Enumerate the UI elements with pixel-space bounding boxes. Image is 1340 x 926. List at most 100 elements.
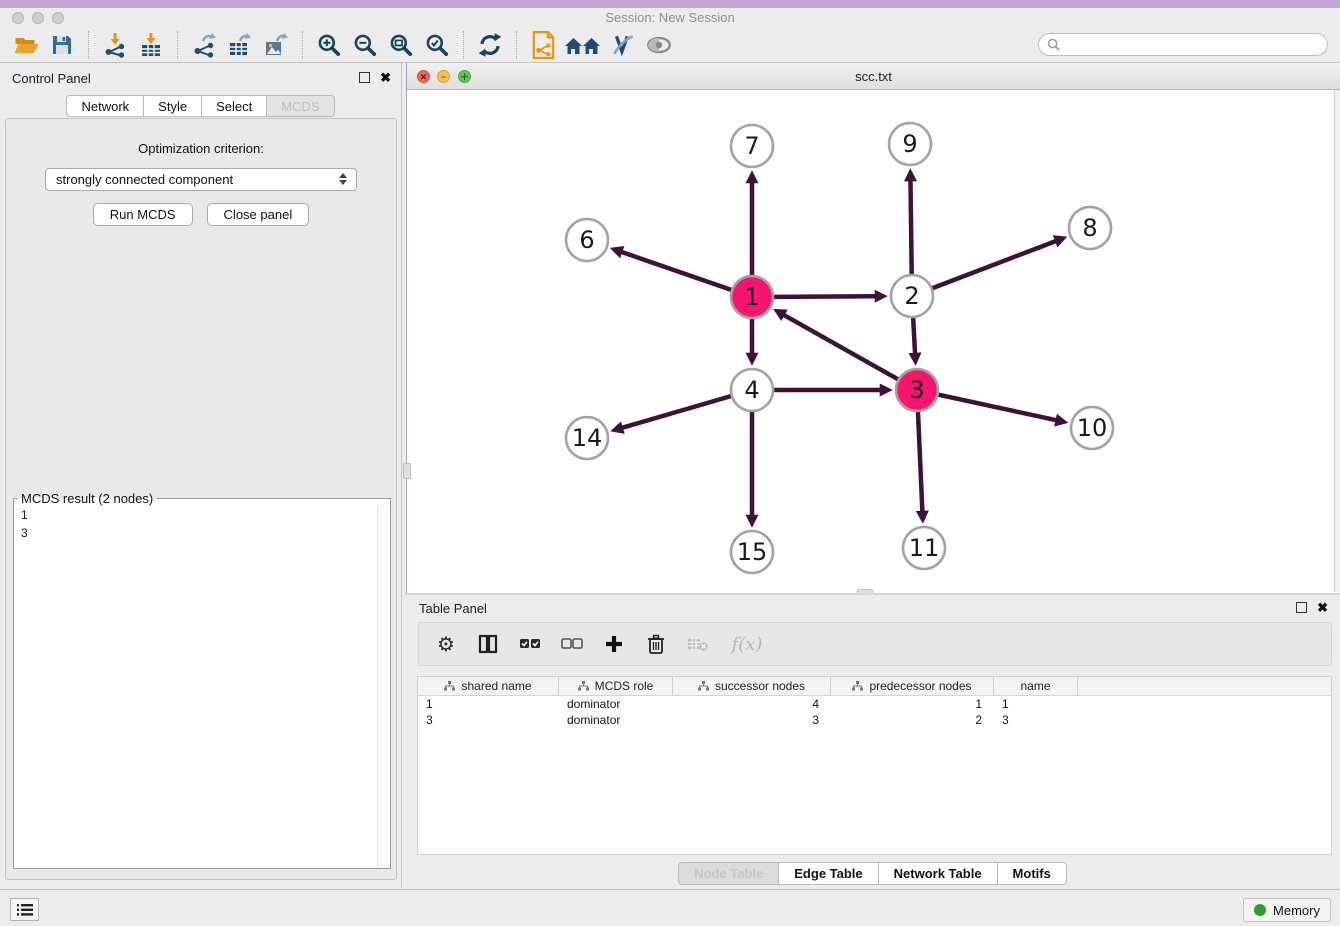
criterion-select[interactable]: strongly connected component xyxy=(45,168,357,191)
edge-4-14[interactable] xyxy=(622,396,731,428)
eye-icon xyxy=(645,32,673,58)
table-cell[interactable]: 1 xyxy=(831,696,994,712)
node-label-9: 9 xyxy=(902,130,917,158)
main-toolbar xyxy=(0,27,1340,63)
task-history-button[interactable] xyxy=(10,898,39,921)
table-cell[interactable]: 1 xyxy=(418,696,559,712)
tab-network[interactable]: Network xyxy=(66,95,144,117)
select-all-icon xyxy=(519,637,541,651)
control-panel-tabs: Network Style Select MCDS xyxy=(0,95,401,117)
add-row-button[interactable] xyxy=(601,631,627,657)
network-file-button[interactable] xyxy=(525,29,561,61)
titlebar: Session: New Session xyxy=(0,8,1340,27)
export-table-button[interactable] xyxy=(222,29,258,61)
table-row[interactable]: 3dominator323 xyxy=(418,712,1331,728)
unselect-all-button[interactable] xyxy=(559,631,585,657)
delete-row-button[interactable] xyxy=(643,631,669,657)
mcds-result-list[interactable]: 13 xyxy=(14,506,390,868)
optimization-criterion-label: Optimization criterion: xyxy=(6,141,396,156)
node-label-10: 10 xyxy=(1077,414,1108,442)
column-header-name[interactable]: name xyxy=(994,677,1078,695)
edge-3-11[interactable] xyxy=(918,412,922,512)
control-panel-header: Control Panel ✖ xyxy=(0,63,401,93)
network-file-icon xyxy=(531,31,556,59)
first-neighbors-button[interactable] xyxy=(561,29,605,61)
zoom-fit-button[interactable] xyxy=(383,29,419,61)
edge-1-2[interactable] xyxy=(774,296,876,297)
zoom-in-button[interactable] xyxy=(311,29,347,61)
search-box[interactable] xyxy=(1038,33,1328,56)
edge-3-10[interactable] xyxy=(938,395,1056,421)
run-mcds-button[interactable]: Run MCDS xyxy=(93,203,193,226)
float-table-panel-icon[interactable] xyxy=(1296,602,1307,613)
tab-mcds[interactable]: MCDS xyxy=(267,95,334,117)
show-details-button[interactable] xyxy=(641,29,677,61)
node-label-4: 4 xyxy=(744,376,759,404)
tab-select[interactable]: Select xyxy=(202,95,267,117)
edge-2-3[interactable] xyxy=(913,318,915,354)
mcds-result-title: MCDS result (2 nodes) xyxy=(18,491,156,506)
edge-3-1[interactable] xyxy=(783,315,897,380)
close-panel-icon[interactable]: ✖ xyxy=(380,70,391,86)
column-header-successor-nodes[interactable]: successor nodes xyxy=(673,677,831,695)
show-columns-button[interactable] xyxy=(475,631,501,657)
columns-icon xyxy=(478,634,498,654)
tab-style[interactable]: Style xyxy=(144,95,202,117)
table-cell[interactable]: 2 xyxy=(831,712,994,728)
tab-network-table[interactable]: Network Table xyxy=(879,862,998,885)
tab-edge-table[interactable]: Edge Table xyxy=(779,862,878,885)
save-session-button[interactable] xyxy=(44,29,80,61)
memory-button[interactable]: Memory xyxy=(1243,898,1331,922)
search-input[interactable] xyxy=(1060,38,1327,52)
network-graph[interactable]: 7968124314101511 xyxy=(407,90,1340,592)
tab-node-table[interactable]: Node Table xyxy=(678,862,779,885)
refresh-layout-button[interactable] xyxy=(472,29,508,61)
table-settings-button[interactable]: ⚙ xyxy=(433,631,459,657)
table-row[interactable]: 1dominator411 xyxy=(418,696,1331,712)
import-network-button[interactable] xyxy=(97,29,133,61)
network-scrollbar[interactable] xyxy=(1334,90,1340,592)
column-header-MCDS-role[interactable]: MCDS role xyxy=(559,677,673,695)
node-label-7: 7 xyxy=(744,132,759,160)
application-window: Session: New Session xyxy=(0,0,1340,926)
select-all-button[interactable] xyxy=(517,631,543,657)
table-cell[interactable]: dominator xyxy=(559,696,673,712)
control-panel: Control Panel ✖ Network Style Select MCD… xyxy=(0,63,402,888)
vertical-split-grip[interactable] xyxy=(403,463,411,479)
open-session-button[interactable] xyxy=(8,29,44,61)
hide-details-button[interactable] xyxy=(605,29,641,61)
table-panel-header: Table Panel ✖ xyxy=(405,595,1340,620)
edge-2-8[interactable] xyxy=(933,241,1057,288)
table-cell[interactable]: 3 xyxy=(994,712,1078,728)
table-cell[interactable]: 3 xyxy=(418,712,559,728)
close-panel-button[interactable]: Close panel xyxy=(207,203,310,226)
mcds-result-item: 3 xyxy=(14,524,390,542)
toolbar-separator xyxy=(302,31,303,59)
import-table-icon xyxy=(138,32,164,58)
table-cell[interactable]: 1 xyxy=(994,696,1078,712)
table-tabs: Node Table Edge Table Network Table Moti… xyxy=(405,862,1340,885)
result-scrollbar[interactable] xyxy=(377,506,390,868)
column-header-shared-name[interactable]: shared name xyxy=(418,677,559,695)
column-header-predecessor-nodes[interactable]: predecessor nodes xyxy=(831,677,994,695)
float-panel-icon[interactable] xyxy=(359,72,370,83)
close-table-panel-icon[interactable]: ✖ xyxy=(1317,600,1328,616)
network-window-titlebar[interactable]: ✕ − ＋ scc.txt xyxy=(407,63,1340,90)
table-cell[interactable]: 3 xyxy=(673,712,831,728)
export-image-icon xyxy=(263,32,289,58)
edge-2-9[interactable] xyxy=(910,180,911,274)
export-image-button[interactable] xyxy=(258,29,294,61)
table-cell[interactable]: 4 xyxy=(673,696,831,712)
import-table-button[interactable] xyxy=(133,29,169,61)
zoom-out-button[interactable] xyxy=(347,29,383,61)
table-cell[interactable]: dominator xyxy=(559,712,673,728)
export-network-icon xyxy=(191,32,217,58)
tab-motifs[interactable]: Motifs xyxy=(998,862,1067,885)
node-label-8: 8 xyxy=(1082,214,1097,242)
node-table-body: 1dominator4113dominator323 xyxy=(418,696,1331,728)
edge-1-6[interactable] xyxy=(621,252,731,290)
zoom-selected-button[interactable] xyxy=(419,29,455,61)
export-network-button[interactable] xyxy=(186,29,222,61)
network-canvas[interactable]: 7968124314101511 xyxy=(407,90,1340,592)
attribute-tree-icon xyxy=(444,681,455,691)
